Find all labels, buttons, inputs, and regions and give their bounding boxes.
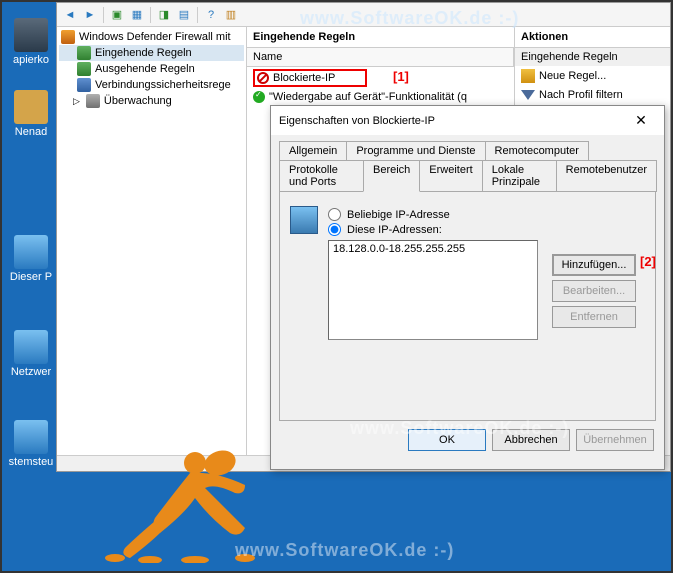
tab-local-principals[interactable]: Lokale Prinzipale [482,160,557,192]
view-button[interactable]: ▥ [222,6,240,24]
tree-monitor[interactable]: ▷ Überwachung [59,93,244,109]
toolbar: ◄ ► ▣ ▦ ◨ ▤ ? ▥ [57,3,670,27]
tree-pane: Windows Defender Firewall mit Eingehende… [57,27,247,471]
radio-any-ip[interactable]: Beliebige IP-Adresse [328,208,641,221]
cancel-button[interactable]: Abbrechen [492,429,570,451]
col-name: Name [247,48,514,66]
allow-icon: ✓ [253,91,265,103]
rule-name: "Wiedergabe auf Gerät"-Funktionalität (q [269,91,467,103]
back-button[interactable]: ◄ [61,6,79,24]
dialog-content: Beliebige IP-Adresse Diese IP-Adressen: … [279,191,656,421]
action-label: Neue Regel... [539,70,606,82]
tree-label: Überwachung [104,95,172,107]
radio-input[interactable] [328,223,341,236]
control-panel-icon[interactable]: stemsteu [6,420,56,468]
tab-programs[interactable]: Programme und Dienste [346,141,485,161]
tab-remote-computer[interactable]: Remotecomputer [485,141,589,161]
filter-icon [521,90,535,100]
block-icon [257,72,269,84]
radio-label: Diese IP-Adressen: [347,224,442,236]
tree-root[interactable]: Windows Defender Firewall mit [59,29,244,45]
monitor-icon [86,94,100,108]
close-button[interactable]: ✕ [626,112,656,129]
radio-label: Beliebige IP-Adresse [347,209,450,221]
icon-label: Netzwer [11,366,51,378]
list-button[interactable]: ▤ [175,6,193,24]
connection-icon [77,78,91,92]
icon-label: Dieser P [10,271,52,283]
tab-general[interactable]: Allgemein [279,141,347,161]
help-button[interactable]: ? [202,6,220,24]
apply-button[interactable]: Übernehmen [576,429,654,451]
shield-icon [61,30,75,44]
tree-connsec[interactable]: Verbindungssicherheitsrege [59,77,244,93]
rule-row[interactable]: Blockierte-IP [247,67,514,89]
forward-button[interactable]: ► [81,6,99,24]
tree-label: Ausgehende Regeln [95,63,195,75]
tree-inbound[interactable]: Eingehende Regeln [59,45,244,61]
ok-button[interactable]: OK [408,429,486,451]
add-button[interactable]: Hinzufügen... [552,254,636,276]
properties-dialog: Eigenschaften von Blockierte-IP ✕ Allgem… [270,105,665,470]
tab-protocols[interactable]: Protokolle und Ports [279,160,364,192]
icon-label: stemsteu [9,456,54,468]
action-button[interactable]: ▣ [108,6,126,24]
dialog-titlebar[interactable]: Eigenschaften von Blockierte-IP ✕ [271,106,664,135]
outbound-icon [77,62,91,76]
tree-label: Eingehende Regeln [95,47,192,59]
radio-these-ips[interactable]: Diese IP-Adressen: [328,223,641,236]
action-new-rule[interactable]: Neue Regel... [515,66,670,86]
tab-advanced[interactable]: Erweitert [419,160,482,192]
icon-label: apierko [13,54,49,66]
action-label: Nach Profil filtern [539,89,623,101]
pane-title: Eingehende Regeln [247,27,514,48]
inbound-icon [77,46,91,60]
expand-icon[interactable]: ▷ [73,96,80,107]
annotation-2: [2] [640,254,656,269]
refresh-button[interactable]: ▦ [128,6,146,24]
tree-label: Verbindungssicherheitsrege [95,79,231,91]
annotation-1: [1] [393,69,409,84]
user-folder-icon[interactable]: Nenad [6,90,56,138]
network-icon[interactable]: Netzwer [6,330,56,378]
this-pc-icon[interactable]: Dieser P [6,235,56,283]
action-filter-profile[interactable]: Nach Profil filtern [515,86,670,104]
column-header[interactable]: Name [247,48,514,67]
export-button[interactable]: ◨ [155,6,173,24]
icon-label: Nenad [15,126,47,138]
tree-label: Windows Defender Firewall mit [79,31,231,43]
computer-icon [290,206,318,234]
remove-button[interactable]: Entfernen [552,306,636,328]
recycle-bin-icon[interactable]: apierko [6,18,56,66]
dialog-title: Eigenschaften von Blockierte-IP [279,115,435,127]
rule-name: Blockierte-IP [273,72,335,84]
rule-row[interactable]: ✓ "Wiedergabe auf Gerät"-Funktionalität … [247,89,514,105]
tab-scope[interactable]: Bereich [363,160,420,192]
ip-list[interactable]: 18.128.0.0-18.255.255.255 [328,240,538,340]
edit-button[interactable]: Bearbeiten... [552,280,636,302]
radio-input[interactable] [328,208,341,221]
actions-group-header: Eingehende Regeln [515,48,670,66]
tab-strip: Allgemein Programme und Dienste Remoteco… [271,135,664,191]
watermark-text: www.SoftwareOK.de :-) [235,540,454,561]
ip-entry[interactable]: 18.128.0.0-18.255.255.255 [333,243,533,255]
dialog-footer: OK Abbrechen Übernehmen [271,429,664,461]
new-rule-icon [521,69,535,83]
tree-outbound[interactable]: Ausgehende Regeln [59,61,244,77]
pane-title: Aktionen [515,27,670,48]
tab-remote-users[interactable]: Remotebenutzer [556,160,657,192]
